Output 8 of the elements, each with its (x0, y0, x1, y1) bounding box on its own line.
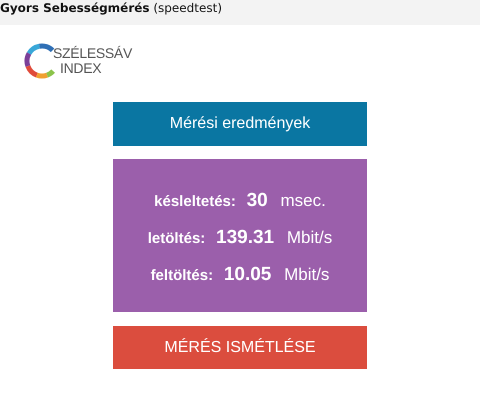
results-heading: Mérési eredmények (113, 102, 367, 146)
metric-line: letöltés: 139.31 Mbit/s (148, 226, 332, 248)
metric-line: feltöltés: 10.05 Mbit/s (150, 264, 330, 286)
repeat-button[interactable]: MÉRÉS ISMÉTLÉSE (113, 326, 367, 369)
logo-text: SZÉLESSÁV (53, 46, 132, 61)
metric-line: késleltetés: 30 msec. (154, 190, 326, 212)
page-title: Gyors Sebességmérés (speedtest) (0, 0, 222, 16)
logo-text: INDEX (60, 61, 102, 76)
